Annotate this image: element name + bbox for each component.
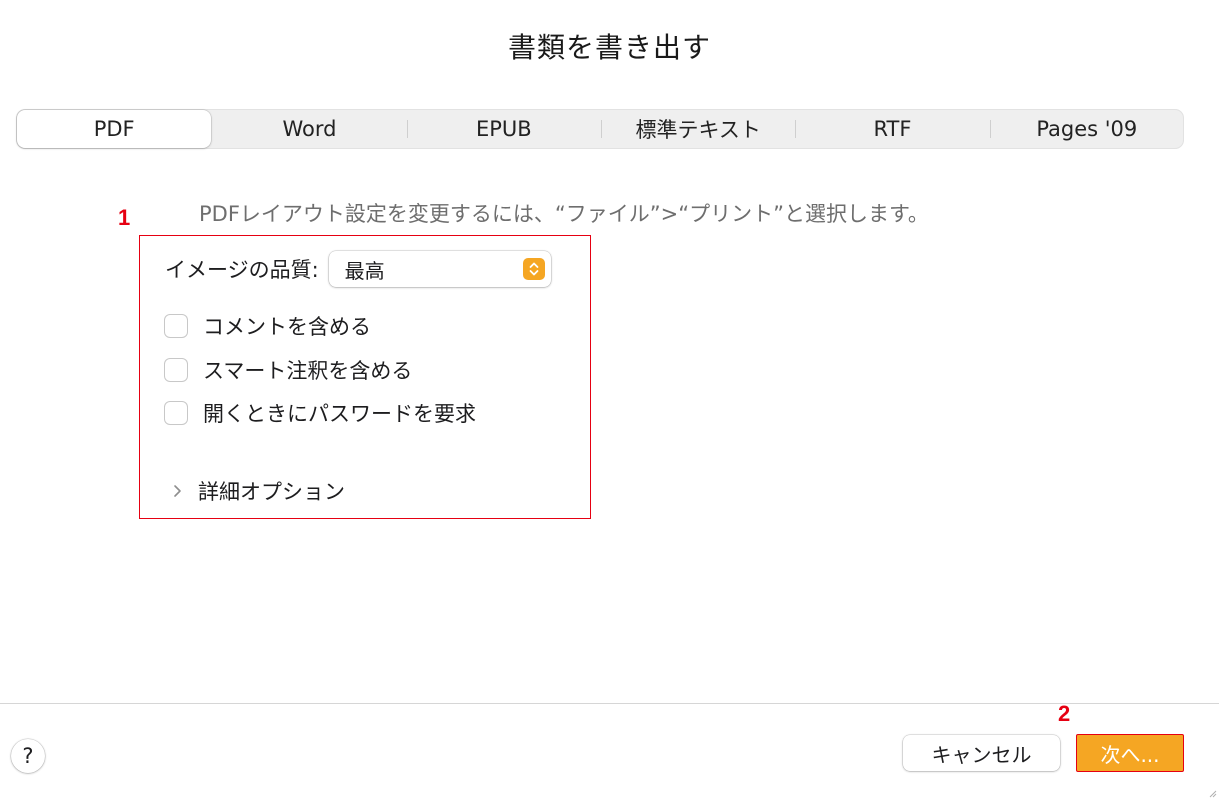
help-button[interactable]: ? (11, 739, 45, 773)
tab-plain-text[interactable]: 標準テキスト (600, 109, 795, 149)
image-quality-value: 最高 (344, 258, 385, 283)
include-smart-annotations-checkbox[interactable] (165, 359, 187, 381)
require-password-option[interactable]: 開くときにパスワードを要求 (165, 398, 476, 428)
include-smart-annotations-option[interactable]: スマート注釈を含める (165, 355, 412, 385)
advanced-options-label: 詳細オプション (198, 480, 345, 504)
annotation-marker-2: 2 (1058, 701, 1071, 726)
tab-pages-09[interactable]: Pages '09 (989, 109, 1184, 149)
export-dialog: 書類を書き出す PDF Word EPUB 標準テキスト RTF Pages '… (0, 0, 1219, 800)
tab-pdf[interactable]: PDF (17, 110, 212, 148)
pdf-layout-hint: PDFレイアウト設定を変更するには、“ファイル”>“プリント”と選択します。 (199, 202, 929, 226)
footer-divider (0, 703, 1219, 704)
include-smart-annotations-label: スマート注釈を含める (203, 359, 413, 383)
require-password-label: 開くときにパスワードを要求 (203, 402, 476, 426)
annotation-marker-1: 1 (118, 205, 131, 230)
cancel-button[interactable]: キャンセル (903, 735, 1060, 771)
tab-word[interactable]: Word (212, 109, 406, 149)
chevron-right-icon (170, 484, 184, 498)
next-button[interactable]: 次へ... (1076, 734, 1184, 772)
advanced-options-disclosure[interactable]: 詳細オプション (170, 476, 345, 506)
resize-grip-icon[interactable] (1207, 788, 1217, 798)
dialog-title: 書類を書き出す (507, 31, 711, 64)
chevron-up-down-icon (522, 258, 545, 280)
image-quality-row: イメージの品質: 最高 (165, 251, 551, 287)
tab-rtf[interactable]: RTF (795, 109, 989, 149)
tab-epub[interactable]: EPUB (406, 109, 601, 149)
include-comments-label: コメントを含める (203, 315, 371, 339)
image-quality-select[interactable]: 最高 (328, 251, 551, 287)
format-tabs: PDF Word EPUB 標準テキスト RTF Pages '09 (16, 109, 1184, 149)
include-comments-option[interactable]: コメントを含める (165, 311, 371, 341)
require-password-checkbox[interactable] (165, 402, 187, 424)
image-quality-label: イメージの品質: (165, 258, 319, 282)
include-comments-checkbox[interactable] (165, 315, 187, 337)
